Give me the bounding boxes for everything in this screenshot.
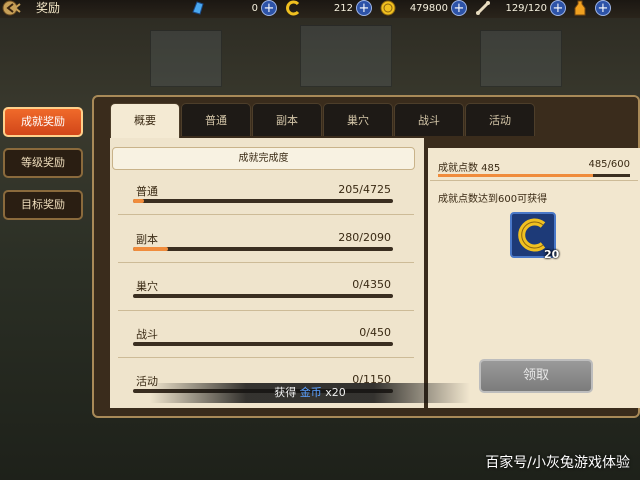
crystal-count: 0 bbox=[251, 2, 258, 14]
points-progress-fill bbox=[438, 174, 594, 177]
gold-count: 479800 bbox=[409, 2, 448, 14]
resource-energy: + bbox=[572, 0, 611, 16]
resource-bone: 129/120 + bbox=[475, 0, 566, 16]
toast-prefix: 获得 bbox=[274, 386, 297, 399]
background-window bbox=[480, 30, 562, 87]
progress-bar bbox=[133, 342, 393, 346]
tab-nest[interactable]: 巢穴 bbox=[323, 103, 393, 136]
progress-fill bbox=[133, 199, 145, 203]
bone-icon bbox=[476, 1, 490, 15]
progress-bar bbox=[133, 199, 393, 203]
back-arrow-icon[interactable] bbox=[2, 0, 26, 16]
progress-bar bbox=[133, 294, 393, 298]
resource-crystal: 0 + bbox=[190, 0, 277, 16]
row-divider bbox=[118, 357, 414, 358]
tab-event[interactable]: 活动 bbox=[465, 103, 535, 136]
row-progress: 280/2090 bbox=[338, 231, 391, 244]
row-progress: 205/4725 bbox=[338, 183, 391, 196]
points-label: 成就点数 485 bbox=[438, 163, 501, 174]
row-name: 巢穴 bbox=[136, 280, 158, 293]
progress-fill bbox=[133, 247, 168, 251]
page-title: 奖励 bbox=[36, 1, 61, 15]
progress-bar bbox=[133, 247, 393, 251]
toast-suffix: x20 bbox=[325, 386, 346, 399]
blue-crystal-icon bbox=[192, 1, 204, 15]
progress-row-normal: 普通 205/4725 bbox=[133, 181, 393, 203]
row-name: 战斗 bbox=[136, 328, 158, 341]
energy-bottle-icon bbox=[574, 0, 586, 16]
add-token-button[interactable]: + bbox=[356, 0, 372, 16]
gold-coin-icon bbox=[380, 0, 396, 16]
obtained-toast: 获得 金币 x20 bbox=[150, 383, 470, 403]
row-name: 普通 bbox=[136, 185, 158, 198]
add-energy-button[interactable]: + bbox=[595, 0, 611, 16]
goal-text: 成就点数达到600可获得 bbox=[438, 194, 548, 205]
tab-dungeon[interactable]: 副本 bbox=[252, 103, 322, 136]
row-divider bbox=[118, 262, 414, 263]
category-achievement-reward[interactable]: 成就奖励 bbox=[3, 107, 83, 137]
achievement-list-panel bbox=[110, 138, 424, 408]
points-value: 485/600 bbox=[588, 159, 630, 170]
background-window bbox=[300, 25, 392, 87]
category-goal-reward[interactable]: 目标奖励 bbox=[3, 190, 83, 220]
add-bone-button[interactable]: + bbox=[550, 0, 566, 16]
token-count: 212 bbox=[333, 2, 353, 14]
add-crystal-button[interactable]: + bbox=[261, 0, 277, 16]
resource-gold: 479800 + bbox=[380, 0, 467, 16]
watermark: 百家号/小灰兔游戏体验 bbox=[485, 455, 630, 471]
claim-button[interactable]: 领取 bbox=[479, 359, 593, 393]
tab-normal[interactable]: 普通 bbox=[181, 103, 251, 136]
bone-count: 129/120 bbox=[505, 2, 547, 14]
resource-token: 212 + bbox=[285, 0, 372, 16]
background-window bbox=[150, 30, 222, 87]
points-divider bbox=[430, 180, 638, 181]
row-progress: 0/4350 bbox=[352, 278, 391, 291]
progress-row-nest: 巢穴 0/4350 bbox=[133, 276, 393, 298]
category-level-reward[interactable]: 等级奖励 bbox=[3, 148, 83, 178]
row-divider bbox=[118, 214, 414, 215]
progress-row-dungeon: 副本 280/2090 bbox=[133, 229, 393, 251]
progress-row-battle: 战斗 0/450 bbox=[133, 324, 393, 346]
row-progress: 0/450 bbox=[359, 326, 391, 339]
tab-overview[interactable]: 概要 bbox=[110, 103, 180, 138]
add-gold-button[interactable]: + bbox=[451, 0, 467, 16]
gold-c-token-icon bbox=[286, 0, 300, 16]
row-divider bbox=[118, 310, 414, 311]
toast-item: 金币 bbox=[299, 386, 322, 399]
points-progress-bar bbox=[438, 174, 630, 177]
tab-battle[interactable]: 战斗 bbox=[394, 103, 464, 136]
section-header: 成就完成度 bbox=[112, 147, 415, 170]
row-name: 副本 bbox=[136, 233, 158, 246]
reward-quantity: 20 bbox=[544, 248, 560, 261]
